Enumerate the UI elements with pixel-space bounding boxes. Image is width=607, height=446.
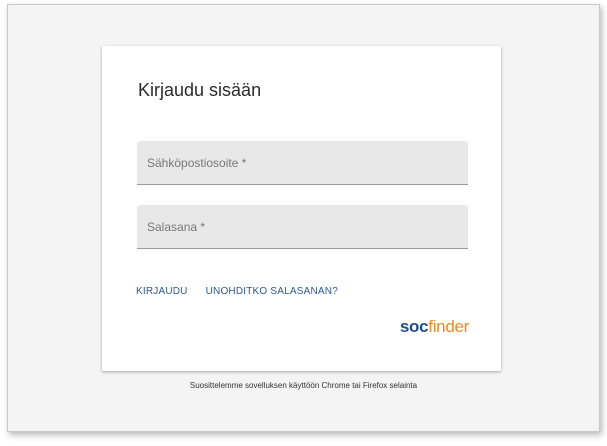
password-field[interactable]: Salasana * <box>137 205 468 249</box>
login-title: Kirjaudu sisään <box>138 80 262 100</box>
logo-part-finder: finder <box>428 317 469 336</box>
logo-part-soc: soc <box>399 317 429 336</box>
forgot-password-link[interactable]: UNOHDITKO SALASANAN? <box>206 286 338 297</box>
socfinder-logo: socfinder <box>400 318 469 335</box>
email-input[interactable] <box>137 141 468 184</box>
password-input[interactable] <box>137 205 468 248</box>
login-card: Kirjaudu sisään Sähköpostiosoite * Salas… <box>102 46 501 371</box>
browser-recommendation-note: Suosittelemme sovelluksen käyttöön Chrom… <box>189 381 418 390</box>
login-actions: KIRJAUDU UNOHDITKO SALASANAN? <box>136 286 338 297</box>
login-button[interactable]: KIRJAUDU <box>136 286 188 297</box>
email-field[interactable]: Sähköpostiosoite * <box>137 141 468 185</box>
